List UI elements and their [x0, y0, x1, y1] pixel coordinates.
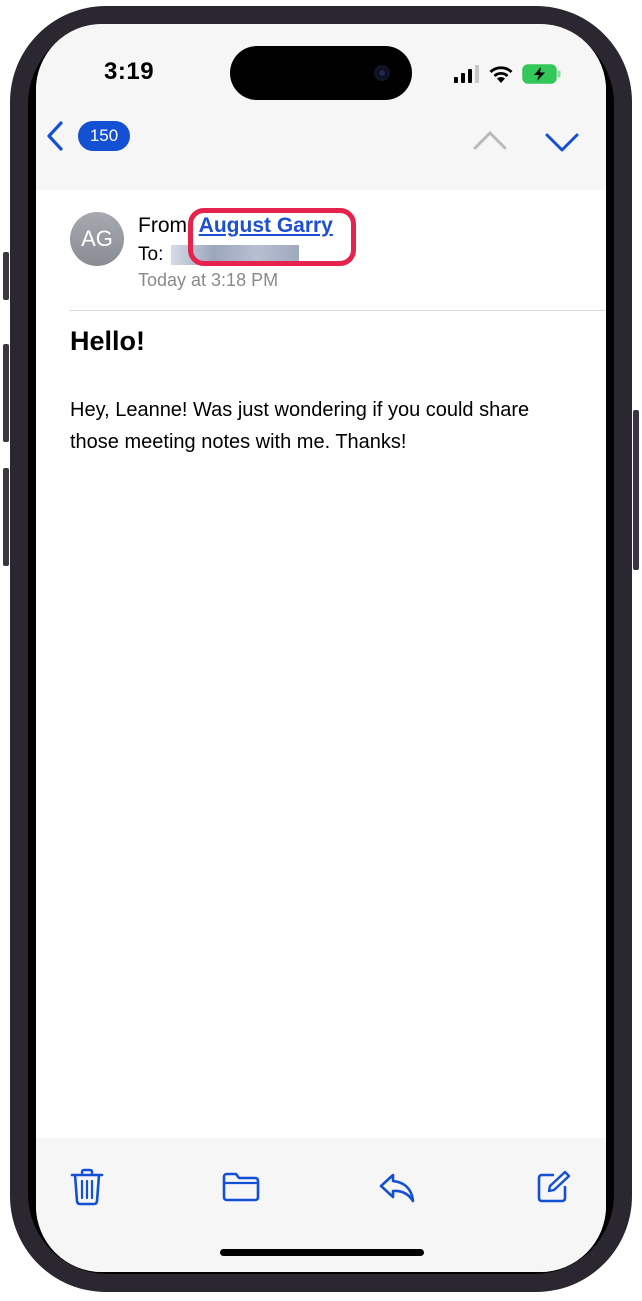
reply-button[interactable] [378, 1172, 416, 1209]
up-chevron-icon [473, 131, 507, 150]
previous-message-button[interactable] [472, 122, 508, 167]
email-subject: Hello! [70, 326, 146, 356]
sender-avatar[interactable]: AG [70, 212, 124, 266]
compose-icon [537, 1170, 571, 1203]
email-header: AG From: August Garry To: Today at 3:18 … [36, 190, 606, 310]
trash-icon [70, 1168, 104, 1206]
email-date: Today at 3:18 PM [138, 270, 279, 290]
down-chevron-icon [545, 133, 579, 152]
battery-icon [522, 64, 561, 84]
status-icons [454, 64, 562, 84]
move-to-folder-button[interactable] [222, 1172, 260, 1207]
highlight-annotation [188, 208, 356, 266]
home-indicator[interactable] [220, 1249, 424, 1256]
power-button [633, 410, 639, 570]
from-label: From: [138, 214, 193, 237]
compose-button[interactable] [536, 1170, 572, 1209]
reply-icon [379, 1173, 415, 1203]
header-divider [70, 310, 606, 311]
delete-button[interactable] [70, 1168, 104, 1211]
next-message-button[interactable] [544, 122, 580, 167]
email-body: Hey, Leanne! Was just wondering if you c… [70, 399, 530, 453]
back-chevron-icon [47, 121, 63, 151]
phone-screen: 3:19 150 AG From: August Garry To: Today… [36, 24, 606, 1272]
front-camera [374, 65, 390, 81]
folder-icon [222, 1172, 260, 1202]
dynamic-island [230, 46, 412, 100]
back-button[interactable]: 150 [44, 120, 130, 152]
signal-icon [454, 65, 479, 83]
top-bar: 3:19 150 [36, 24, 606, 190]
to-label: To: [138, 244, 164, 265]
status-time: 3:19 [104, 58, 155, 85]
action-button [3, 252, 9, 300]
volume-down-button [3, 468, 9, 566]
volume-up-button [3, 344, 9, 442]
mail-nav-bar: 150 [36, 120, 606, 168]
wifi-icon [489, 65, 513, 83]
unread-count-badge: 150 [78, 121, 130, 151]
